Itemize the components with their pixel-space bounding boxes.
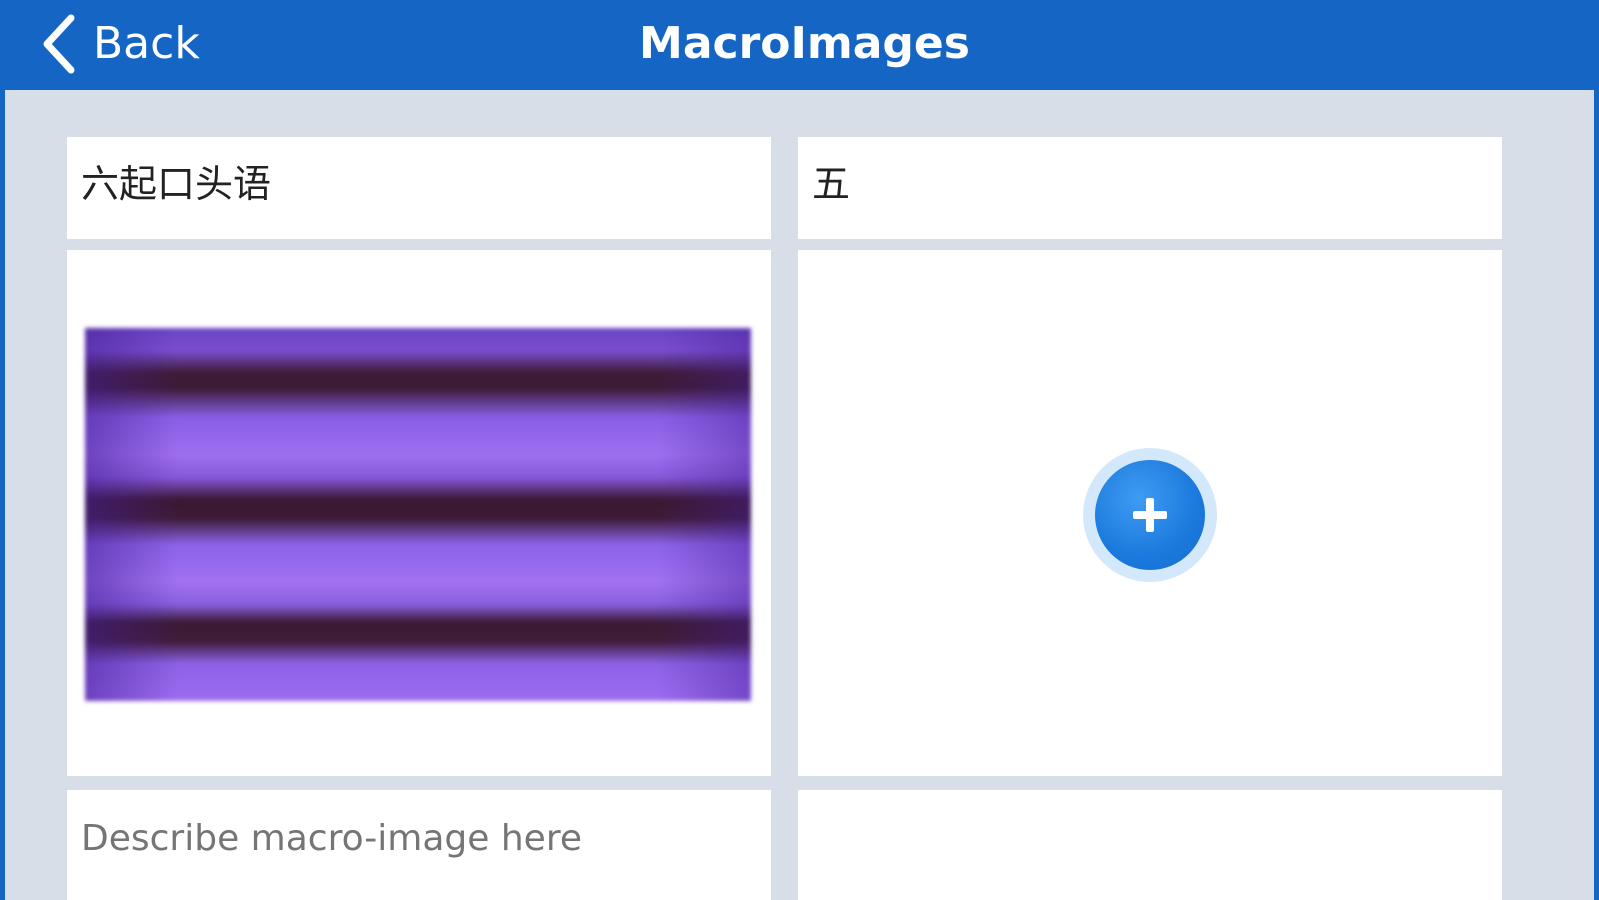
app-window: Back MacroImages 六起口头语 五: [0, 0, 1599, 900]
navigation-bar: Back MacroImages: [5, 0, 1599, 90]
add-image-button-circle: [1095, 460, 1205, 570]
description-cell[interactable]: [67, 790, 771, 900]
macro-image-cell[interactable]: [67, 250, 771, 776]
description-input[interactable]: [812, 818, 1472, 859]
macro-title: 六起口头语: [81, 162, 272, 206]
description-cell[interactable]: [798, 790, 1502, 900]
macro-image-cell[interactable]: [798, 250, 1502, 776]
page-title: MacroImages: [639, 18, 970, 69]
macro-title-cell[interactable]: 六起口头语: [67, 137, 771, 239]
plus-icon: [1133, 498, 1167, 532]
macro-photo[interactable]: [85, 328, 751, 701]
macro-title-cell[interactable]: 五: [798, 137, 1502, 239]
add-image-button[interactable]: [1083, 448, 1217, 582]
macro-title: 五: [812, 162, 851, 206]
description-input[interactable]: [81, 818, 741, 859]
